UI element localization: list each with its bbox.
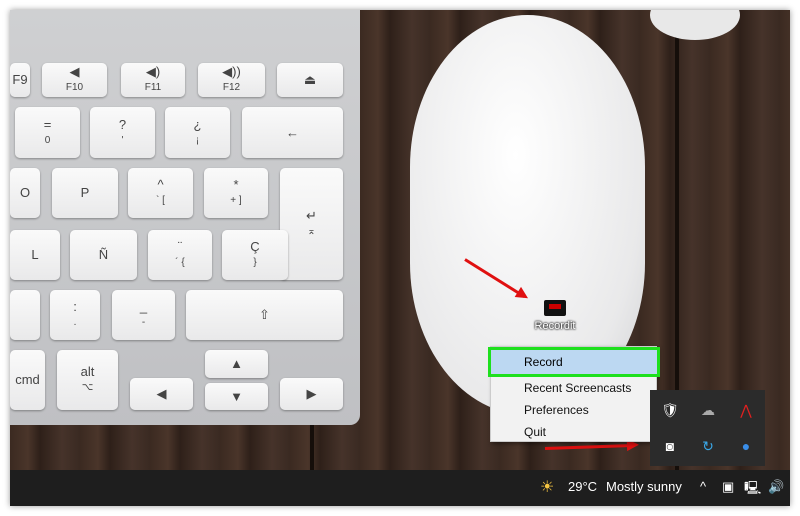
app-red-icon[interactable]: ⋀ <box>736 400 756 420</box>
keyboard-key: ? ' <box>90 107 155 158</box>
keyboard-key: ^ ` [ <box>128 168 193 218</box>
volume-icon[interactable]: 🔊 <box>768 479 784 495</box>
key-label: ▲ <box>230 356 243 371</box>
keyboard-key: ◀)) F12 <box>198 63 265 97</box>
key-sublabel: ' <box>121 134 124 146</box>
keyboard-key: Ç} <box>222 230 288 280</box>
key-label: F9 <box>12 72 28 87</box>
key-sublabel: . <box>73 317 77 328</box>
key-sublabel: F12 <box>222 82 241 93</box>
key-label: _ <box>139 299 148 314</box>
keyboard-key: ◀ F10 <box>42 63 107 97</box>
key-label: P <box>80 185 90 200</box>
tray-overflow: 🛡 ☁ ⋀ ◙ ↻ ● <box>650 390 765 466</box>
keyboard-key: L <box>10 230 60 280</box>
context-menu: Record Recent Screencasts Preferences Qu… <box>488 346 660 443</box>
keyboard-key: ⇧ <box>186 290 343 340</box>
menu-item-record[interactable]: Record <box>488 347 660 377</box>
sync-icon[interactable]: ↻ <box>698 436 718 456</box>
network-icon[interactable]: 🖳 <box>744 479 761 501</box>
keyboard-key: ▶ <box>280 378 343 410</box>
keyboard-key: ◀ <box>130 378 193 410</box>
key-sublabel: ⌥ <box>81 382 94 393</box>
keyboard-key: cmd <box>10 350 45 410</box>
keyboard-key: O <box>10 168 40 218</box>
keyboard-key: = 0 <box>15 107 80 158</box>
key-label: ▼ <box>230 388 243 404</box>
key-label: ◀)) <box>222 64 241 79</box>
keyboard-key: ↵ ⌅ <box>280 168 343 280</box>
keyboard-key: * + ] <box>204 168 268 218</box>
keyboard-key: ◀) F11 <box>121 63 185 97</box>
key-sublabel: ⌅ <box>307 226 316 237</box>
cup <box>650 10 740 40</box>
key-label: O <box>19 185 31 200</box>
key-label: ◀ <box>69 64 80 79</box>
key-label: cmd <box>15 372 40 387</box>
keyboard-key: alt ⌥ <box>57 350 118 410</box>
key-sublabel: ` [ <box>156 195 165 206</box>
recordit-icon <box>544 300 566 316</box>
annotation-arrow <box>544 443 635 450</box>
key-sublabel: - <box>141 317 146 328</box>
recordit-tray-icon[interactable]: ◙ <box>660 436 680 456</box>
key-label: : <box>73 299 77 314</box>
key-label: ¿ <box>193 116 202 132</box>
key-label: ¨ <box>177 239 183 254</box>
key-label: L <box>31 247 39 262</box>
key-label: ⇧ <box>259 307 270 322</box>
menu-item-quit[interactable]: Quit <box>491 421 656 443</box>
keyboard-key: ← <box>242 107 343 158</box>
keyboard-key: ▼ <box>205 383 268 410</box>
app-blue-icon[interactable]: ● <box>736 436 756 456</box>
keyboard-key: ¿ ¡ <box>165 107 230 158</box>
key-label: ↵ <box>306 208 317 223</box>
key-label: ^ <box>157 177 164 192</box>
temperature[interactable]: 29°C <box>568 479 597 494</box>
security-warning-icon[interactable]: 🛡 <box>660 400 680 420</box>
keyboard-key: _ - <box>112 290 175 340</box>
keyboard-key: F9 <box>10 63 30 97</box>
cloud-offline-icon[interactable]: ☁ <box>698 400 718 420</box>
key-label: ← <box>286 124 299 140</box>
menu-item-preferences[interactable]: Preferences <box>491 399 656 421</box>
key-label: ◀) <box>145 64 161 79</box>
key-sublabel: + ] <box>230 195 242 206</box>
key-label: = <box>43 116 52 132</box>
keyboard-key: P <box>52 168 118 218</box>
key-label: * <box>233 177 239 192</box>
key-sublabel: F11 <box>144 82 162 93</box>
key-label: alt <box>80 364 95 379</box>
key-sublabel: F10 <box>65 82 84 93</box>
keyboard-key: ¨ ´ { <box>148 230 212 280</box>
weather-text[interactable]: Mostly sunny <box>606 479 682 494</box>
keyboard-key: ▲ <box>205 350 268 378</box>
keyboard-key: Ñ <box>70 230 137 280</box>
recordit-desktop-icon[interactable]: Recordit <box>525 300 585 334</box>
desktop-icon-label: Recordit <box>534 320 576 332</box>
menu-item-recent-screencasts[interactable]: Recent Screencasts <box>491 377 656 399</box>
key-sublabel: 0 <box>44 134 51 146</box>
meet-icon[interactable]: ▣ <box>722 479 734 495</box>
key-label: Ñ <box>98 247 109 262</box>
keyboard-key <box>10 290 40 340</box>
keyboard-photo: F9 ◀ F10 ◀) F11 ◀)) F12 ⏏ = 0? ' ¿ ¡ ← O P ^ ` [* + ] ↵ ⌅ L Ñ ¨… <box>10 10 360 425</box>
key-label: ▶ <box>306 386 317 401</box>
keyboard-key: ⏏ <box>277 63 343 97</box>
weather-icon[interactable]: ☀ <box>540 477 554 497</box>
key-sublabel: } <box>253 257 257 268</box>
key-sublabel: ´ { <box>175 257 185 268</box>
key-label: ◀ <box>156 386 167 401</box>
chevron-up-icon[interactable]: ^ <box>700 479 706 494</box>
key-label: ⏏ <box>303 72 317 87</box>
key-label: ? <box>118 116 127 132</box>
key-label: Ç <box>250 239 260 254</box>
keyboard-key: :. <box>50 290 100 340</box>
taskbar: ☀ 29°C Mostly sunny ^ ▣ 🖳 🔊 <box>10 470 790 506</box>
desktop: F9 ◀ F10 ◀) F11 ◀)) F12 ⏏ = 0? ' ¿ ¡ ← O P ^ ` [* + ] ↵ ⌅ L Ñ ¨… <box>10 10 790 506</box>
key-sublabel: ¡ <box>195 134 200 146</box>
